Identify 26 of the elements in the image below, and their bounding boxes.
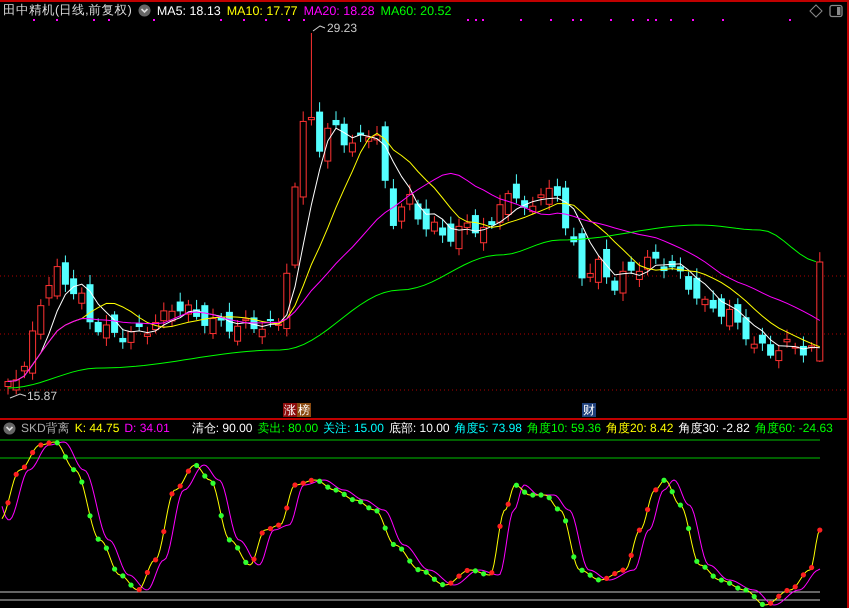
indicator-name: SKD背离 — [21, 420, 70, 436]
indicator-level: 角度60: -24.63 — [754, 420, 833, 436]
dropdown-icon[interactable] — [138, 4, 151, 17]
dropdown-icon[interactable] — [3, 422, 16, 434]
event-badge[interactable]: 涨 — [283, 403, 297, 417]
ma-value: MA20: 18.28 — [304, 4, 375, 18]
indicator-level: 底部: 10.00 — [388, 420, 450, 436]
indicator-value: K: 44.75 — [74, 421, 120, 435]
indicator-level: 角度30: -2.82 — [678, 420, 750, 436]
panel-toggle-icon[interactable] — [829, 4, 843, 18]
event-badge[interactable]: 财 — [582, 403, 596, 417]
event-badge[interactable]: 榜 — [297, 403, 311, 417]
indicator-level: 角度10: 59.36 — [526, 420, 601, 436]
indicator-level: 角度20: 8.42 — [606, 420, 674, 436]
stock-title: 田中精机(日线,前复权) — [3, 2, 132, 19]
ma-value: MA5: 18.13 — [156, 4, 221, 18]
ma-value: MA60: 20.52 — [380, 4, 452, 18]
indicator-level: 卖出: 80.00 — [257, 420, 318, 436]
high-price-label: 29.23 — [312, 21, 358, 35]
indicator-value: D: 34.01 — [124, 421, 170, 435]
diamond-icon[interactable] — [809, 4, 823, 18]
indicator-level: 关注: 15.00 — [323, 420, 384, 436]
indicator-level: 角度5: 73.98 — [454, 420, 522, 436]
low-price-label: 15.87 — [10, 389, 58, 402]
indicator-level: 清仓: 90.00 — [192, 420, 252, 436]
ma-value: MA10: 17.77 — [226, 4, 298, 18]
